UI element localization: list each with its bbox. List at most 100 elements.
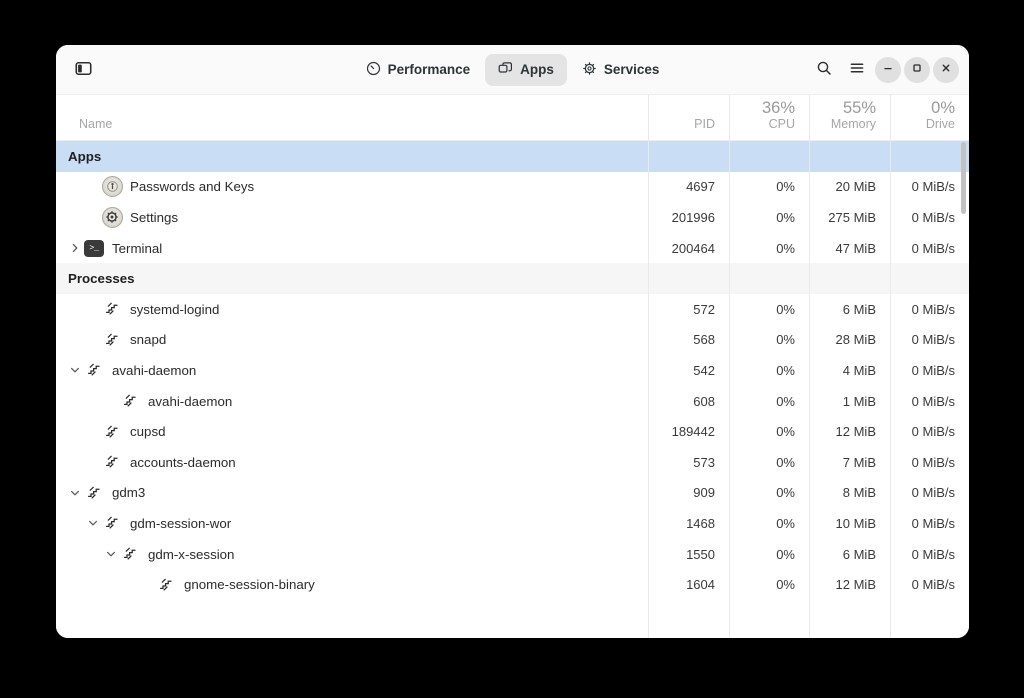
table-row[interactable]: gdm39090%8 MiB0 MiB/s (56, 478, 969, 509)
row-cpu-cell: 0% (729, 577, 809, 592)
row-pid-cell: 608 (648, 394, 729, 409)
row-cpu-cell: 0% (729, 363, 809, 378)
process-icon (119, 390, 141, 412)
row-label: gdm3 (112, 485, 145, 500)
table-row[interactable]: avahi-daemon5420%4 MiB0 MiB/s (56, 355, 969, 386)
row-drive-cell: 0 MiB/s (890, 577, 969, 592)
row-drive-cell: 0 MiB/s (890, 210, 969, 225)
row-memory-cell: 7 MiB (809, 455, 890, 470)
table-row[interactable]: Passwords and Keys46970%20 MiB0 MiB/s (56, 172, 969, 203)
vertical-scrollbar[interactable] (960, 142, 967, 638)
search-button[interactable] (809, 55, 839, 85)
row-drive-cell: 0 MiB/s (890, 424, 969, 439)
row-name-cell: accounts-daemon (56, 451, 648, 473)
main-menu-button[interactable] (842, 55, 872, 85)
expander-expanded-icon[interactable] (102, 549, 119, 559)
tab-apps[interactable]: Apps (485, 54, 567, 86)
table-group-row[interactable]: Processes (56, 263, 969, 294)
row-cpu-cell: 0% (729, 455, 809, 470)
row-pid-cell: 189442 (648, 424, 729, 439)
row-name-cell: systemd-logind (56, 298, 648, 320)
table-row[interactable]: >_Terminal2004640%47 MiB0 MiB/s (56, 233, 969, 264)
table-row[interactable]: cupsd1894420%12 MiB0 MiB/s (56, 416, 969, 447)
close-button[interactable] (933, 57, 959, 83)
row-pid-cell: 1550 (648, 547, 729, 562)
row-label: systemd-logind (130, 302, 219, 317)
table-row[interactable]: avahi-daemon6080%1 MiB0 MiB/s (56, 386, 969, 417)
row-cpu-cell: 0% (729, 394, 809, 409)
table-row[interactable]: Settings2019960%275 MiB0 MiB/s (56, 202, 969, 233)
expander-expanded-icon[interactable] (66, 365, 83, 375)
row-memory-cell: 4 MiB (809, 363, 890, 378)
row-memory-cell: 20 MiB (809, 179, 890, 194)
tab-performance[interactable]: Performance (353, 54, 484, 86)
row-drive-cell: 0 MiB/s (890, 179, 969, 194)
row-name-cell: gdm3 (56, 482, 648, 504)
search-icon (816, 60, 832, 79)
row-label: avahi-daemon (112, 363, 196, 378)
row-name-cell: >_Terminal (56, 237, 648, 259)
process-icon (119, 543, 141, 565)
row-label: gnome-session-binary (184, 577, 315, 592)
row-name-cell: gnome-session-binary (56, 574, 648, 596)
minimize-icon (882, 62, 894, 77)
row-drive-cell: 0 MiB/s (890, 302, 969, 317)
column-header-pid[interactable]: PID (648, 117, 729, 140)
row-label: cupsd (130, 424, 165, 439)
process-icon (101, 329, 123, 351)
row-name-cell: gdm-session-wor (56, 512, 648, 534)
maximize-button[interactable] (904, 57, 930, 83)
row-memory-cell: 275 MiB (809, 210, 890, 225)
row-label: snapd (130, 332, 166, 347)
group-label: Processes (68, 271, 135, 286)
sidebar-toggle-button[interactable] (68, 55, 98, 85)
row-cpu-cell: 0% (729, 485, 809, 500)
row-cpu-cell: 0% (729, 332, 809, 347)
row-name-cell: snapd (56, 329, 648, 351)
expander-expanded-icon[interactable] (66, 488, 83, 498)
minimize-button[interactable] (875, 57, 901, 83)
column-header-name[interactable]: Name (56, 117, 648, 140)
column-header-drive[interactable]: 0% Drive (890, 99, 969, 140)
table-row[interactable]: accounts-daemon5730%7 MiB0 MiB/s (56, 447, 969, 478)
row-cpu-cell: 0% (729, 516, 809, 531)
cpu-total-value: 36% (762, 99, 795, 117)
tab-performance-label: Performance (388, 62, 471, 77)
column-header-memory[interactable]: 55% Memory (809, 99, 890, 140)
row-memory-cell: 12 MiB (809, 424, 890, 439)
expander-expanded-icon[interactable] (84, 518, 101, 528)
sidebar-toggle-icon (75, 60, 92, 80)
table-group-row[interactable]: Apps (56, 141, 969, 172)
expander-collapsed-icon[interactable] (66, 243, 83, 253)
row-label: Passwords and Keys (130, 179, 254, 194)
column-header-cpu[interactable]: 36% CPU (729, 99, 809, 140)
row-drive-cell: 0 MiB/s (890, 241, 969, 256)
windows-stack-icon (498, 61, 513, 79)
row-pid-cell: 573 (648, 455, 729, 470)
gear-circle-icon (101, 206, 123, 228)
row-pid-cell: 909 (648, 485, 729, 500)
system-monitor-window: Performance Apps (56, 45, 969, 638)
tab-services[interactable]: Services (569, 54, 673, 86)
row-label: Settings (130, 210, 178, 225)
table-row[interactable]: gnome-session-binary16040%12 MiB0 MiB/s (56, 569, 969, 600)
gear-icon (582, 61, 597, 79)
row-pid-cell: 568 (648, 332, 729, 347)
maximize-icon (911, 62, 923, 77)
table-row[interactable]: gdm-x-session15500%6 MiB0 MiB/s (56, 539, 969, 570)
table-row[interactable]: systemd-logind5720%6 MiB0 MiB/s (56, 294, 969, 325)
scrollbar-thumb[interactable] (961, 142, 966, 214)
header-bar: Performance Apps (56, 45, 969, 95)
row-label: avahi-daemon (148, 394, 232, 409)
row-label: accounts-daemon (130, 455, 236, 470)
row-cpu-cell: 0% (729, 547, 809, 562)
table-row[interactable]: snapd5680%28 MiB0 MiB/s (56, 325, 969, 356)
keyring-icon-body (102, 176, 123, 197)
process-icon (101, 512, 123, 534)
row-memory-cell: 28 MiB (809, 332, 890, 347)
close-icon (940, 62, 952, 77)
process-icon (101, 298, 123, 320)
row-pid-cell: 4697 (648, 179, 729, 194)
table-row[interactable]: gdm-session-wor14680%10 MiB0 MiB/s (56, 508, 969, 539)
row-memory-cell: 8 MiB (809, 485, 890, 500)
